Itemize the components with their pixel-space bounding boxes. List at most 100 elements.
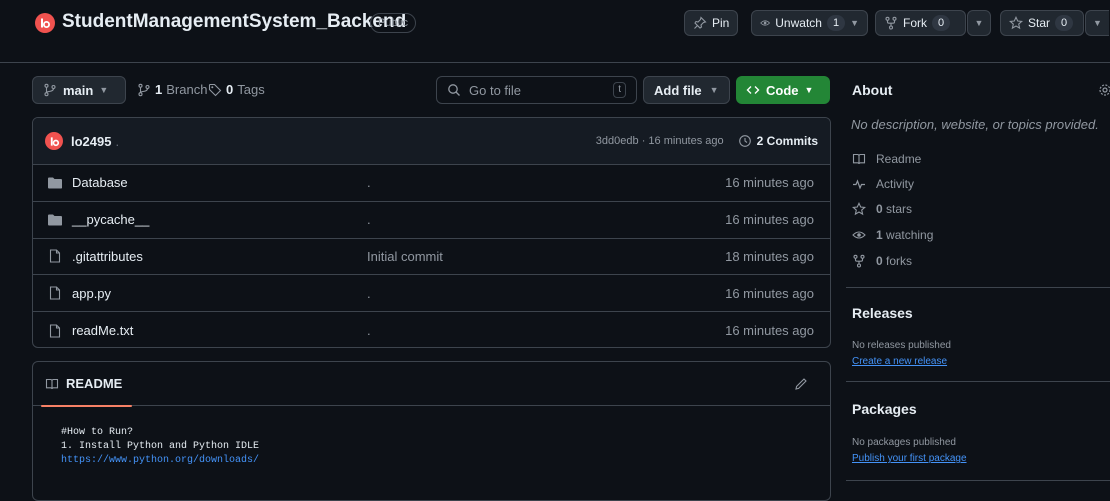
file-icon — [49, 286, 61, 300]
commit-message[interactable]: . — [115, 134, 119, 149]
file-name[interactable]: __pycache__ — [72, 212, 149, 227]
readme-line: #How to Run? — [61, 427, 134, 438]
repo-name[interactable]: StudentManagementSystem_Backend — [62, 11, 406, 33]
file-icon — [49, 324, 61, 338]
fork-button[interactable]: Fork 0 — [875, 10, 966, 36]
header-divider — [0, 62, 1110, 63]
branches-link[interactable]: 1 Branch — [137, 82, 207, 97]
readme-panel: README #How to Run? 1. Install Python an… — [32, 361, 831, 501]
fork-label: Fork — [903, 16, 927, 30]
file-name[interactable]: app.py — [72, 286, 111, 301]
about-settings-button[interactable] — [1098, 83, 1110, 97]
star-icon — [1009, 16, 1023, 30]
file-commit-message[interactable]: . — [367, 212, 725, 227]
unwatch-button[interactable]: Unwatch 1 ▼ — [751, 10, 868, 36]
fork-dropdown-button[interactable]: ▼ — [967, 10, 991, 36]
edit-readme-button[interactable] — [794, 377, 808, 391]
file-commit-message[interactable]: . — [367, 175, 725, 190]
forks-count: 0 — [876, 254, 883, 268]
star-count: 0 — [1055, 15, 1074, 31]
file-row[interactable]: __pycache__. 16 minutes ago — [33, 202, 830, 239]
file-row[interactable]: .gitattributes Initial commit 18 minutes a… — [33, 239, 830, 276]
file-name-cell: readMe.txt — [47, 323, 367, 338]
stars-link[interactable]: 0 stars — [852, 202, 912, 216]
code-icon — [746, 86, 760, 94]
file-age: 16 minutes ago — [725, 323, 814, 339]
code-label: Code — [766, 82, 799, 98]
tags-link[interactable]: 0 Tags — [208, 82, 265, 97]
star-label: Star — [1028, 16, 1051, 30]
forks-link[interactable]: 0 forks — [852, 254, 912, 268]
about-heading: About — [852, 82, 893, 98]
book-icon — [852, 153, 866, 165]
keyboard-shortcut-hint: t — [613, 82, 626, 98]
tag-icon — [208, 83, 222, 96]
create-release-link[interactable]: Create a new release — [852, 356, 947, 367]
file-row[interactable]: app.py. 16 minutes ago — [33, 275, 830, 313]
activity-link[interactable]: Activity — [852, 177, 914, 191]
file-name-cell: __pycache__ — [47, 212, 367, 227]
stars-label: stars — [886, 202, 913, 216]
caret-down-icon: ▼ — [1093, 18, 1102, 28]
go-to-file-input[interactable]: Go to file t — [436, 76, 637, 104]
branch-icon — [138, 83, 150, 96]
file-row[interactable]: readMe.txt. 16 minutes ago — [33, 312, 830, 347]
folder-icon — [48, 214, 62, 226]
eye-icon — [852, 231, 866, 239]
owner-avatar[interactable] — [35, 13, 55, 33]
file-age: 16 minutes ago — [725, 212, 814, 228]
commit-author-avatar[interactable] — [45, 132, 63, 150]
commit-author[interactable]: lo2495 — [71, 134, 111, 149]
file-age: 16 minutes ago — [725, 175, 814, 191]
watching-link[interactable]: 1 watching — [852, 228, 933, 242]
readme-line: 1. Install Python and Python IDLE — [61, 441, 260, 452]
pin-icon — [694, 16, 707, 29]
readme-python-link[interactable]: https://www.python.org/downloads/ — [61, 454, 830, 468]
watch-count: 1 — [826, 15, 846, 31]
caret-down-icon: ▼ — [709, 85, 719, 95]
commits-history-link[interactable]: 2 Commits — [738, 134, 818, 148]
author-logo-icon — [50, 136, 59, 146]
readme-link[interactable]: Readme — [852, 152, 921, 166]
file-commit-message[interactable]: . — [367, 286, 725, 301]
latest-commit-bar: lo2495 . 3dd0edb · 16 minutes ago 2 Comm… — [33, 118, 830, 165]
file-commit-message[interactable]: . — [367, 323, 725, 338]
file-list: Database. 16 minutes ago __pycache__. 16 mi… — [33, 165, 830, 347]
code-button[interactable]: Code ▼ — [736, 76, 830, 104]
activity-link-label: Activity — [876, 177, 915, 191]
file-name-cell: Database — [47, 175, 367, 190]
book-icon — [45, 378, 59, 389]
fork-icon — [885, 16, 897, 30]
packages-heading[interactable]: Packages — [852, 401, 917, 417]
readme-tab[interactable]: README — [40, 362, 133, 407]
branch-selector[interactable]: main ▼ — [32, 76, 126, 104]
visibility-badge: Public — [370, 13, 416, 33]
file-commit-message[interactable]: Initial commit — [367, 249, 725, 264]
fork-icon — [853, 254, 865, 268]
pencil-icon — [795, 377, 807, 390]
publish-package-link[interactable]: Publish your first package — [852, 453, 967, 464]
pin-button[interactable]: Pin — [684, 10, 739, 36]
caret-down-icon: ▼ — [99, 85, 109, 95]
star-dropdown-button[interactable]: ▼ — [1085, 10, 1109, 36]
branch-icon — [44, 83, 56, 97]
file-row[interactable]: Database. 16 minutes ago — [33, 165, 830, 202]
file-name[interactable]: Database — [72, 175, 128, 190]
packages-note: No packages published — [852, 437, 956, 448]
sidebar-divider — [846, 381, 1110, 382]
commit-age: 16 minutes ago — [648, 135, 724, 147]
file-name[interactable]: readMe.txt — [72, 323, 133, 338]
file-age: 18 minutes ago — [725, 248, 814, 264]
stars-count: 0 — [876, 202, 883, 216]
branches-label: Branch — [166, 82, 208, 97]
file-icon — [49, 249, 61, 264]
caret-down-icon: ▼ — [974, 18, 984, 28]
add-file-button[interactable]: Add file ▼ — [643, 76, 730, 104]
commit-hash[interactable]: 3dd0edb — [596, 135, 639, 147]
forks-label: forks — [886, 254, 913, 268]
releases-heading[interactable]: Releases — [852, 305, 913, 321]
file-name-cell: .gitattributes — [47, 249, 367, 264]
file-name[interactable]: .gitattributes — [72, 249, 143, 264]
star-button[interactable]: Star 0 — [1000, 10, 1084, 36]
pulse-icon — [853, 179, 865, 190]
